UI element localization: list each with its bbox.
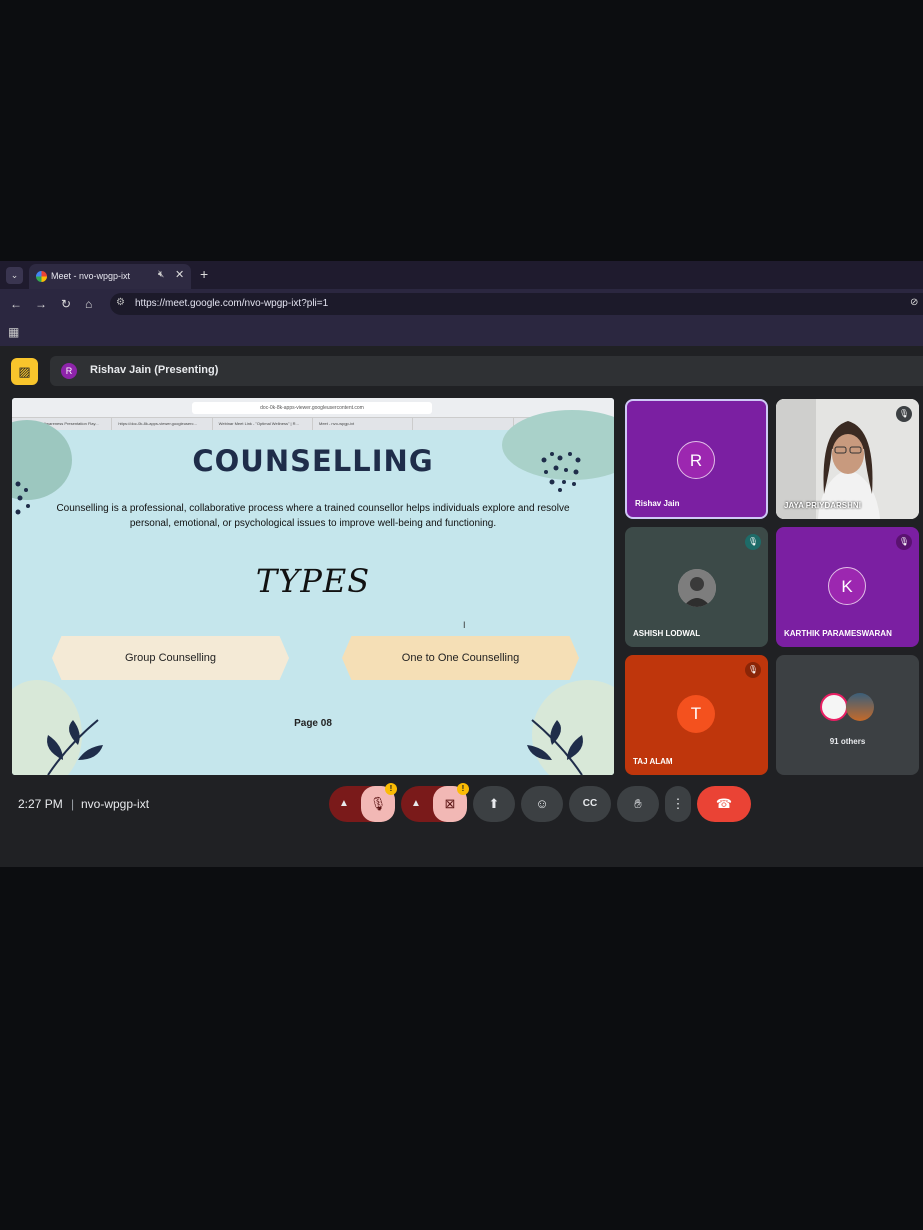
end-call-icon: ☎︎ (715, 796, 733, 811)
meeting-time: 2:27 PM (18, 797, 63, 811)
screen: ⌄ Meet - nvo-wpgp-ixt 🔇︎ ✕ + ← → ↻ ⌂ ⚙ h… (0, 261, 923, 867)
mic-off-icon: 🎙︎ (896, 534, 912, 550)
browser-tab[interactable]: Meet - nvo-wpgp-ixt 🔇︎ ✕ (29, 264, 191, 289)
profile-photo (678, 569, 716, 607)
tab-muted-icon[interactable]: 🔇︎ (158, 269, 164, 280)
participant-name: Rishav Jain (635, 499, 680, 508)
avatar: T (677, 695, 715, 733)
slide-description: Counselling is a professional, collabora… (56, 503, 570, 529)
mic-off-icon: 🎙︎ (745, 662, 761, 678)
presentation-indicator-icon[interactable]: ▨ (11, 358, 38, 385)
camera-blocked-icon[interactable]: ⊘ (910, 297, 918, 308)
avatar (678, 569, 716, 607)
address-bar-url: https://meet.google.com/nvo-wpgp-ixt?pli… (135, 298, 329, 309)
apps-grid-icon[interactable]: ▦ (8, 325, 19, 339)
captions-button[interactable]: CC (569, 786, 611, 822)
warning-icon: ! (457, 783, 469, 795)
slide-page-number: Page 08 (294, 718, 332, 729)
end-call-button[interactable]: ☎︎ (697, 786, 751, 822)
present-icon: ⬆ (488, 796, 500, 811)
participant-name: ASHISH LODWAL (633, 629, 701, 638)
shared-browser-url: doc-0k-8k-apps-viewer.googleusercontent.… (192, 402, 432, 414)
raise-hand-button[interactable]: ✋︎ (617, 786, 659, 822)
bookmarks-bar: ▦ (0, 319, 923, 346)
mic-off-icon: 🎙︎ (896, 406, 912, 422)
new-tab-icon[interactable]: + (200, 266, 208, 282)
camera-control-group: ▲ ⊠ ! (401, 783, 469, 822)
shared-tab: Webinar Meet Link - "Optimal Wellness" |… (213, 418, 313, 430)
chevron-up-icon[interactable]: ▲ (339, 786, 349, 822)
forward-icon[interactable]: → (35, 297, 47, 311)
chevron-up-icon[interactable]: ▲ (411, 786, 421, 822)
shared-tab: https://doc-0k-8k-apps-viewer.googleuser… (112, 418, 213, 430)
divider: | (71, 797, 75, 811)
slide: COUNSELLING Counselling is a professiona… (12, 410, 614, 775)
slide-title: COUNSELLING (192, 444, 434, 478)
avatar: K (828, 567, 866, 605)
participant-name: JAYA PRIYDARSHNI (784, 501, 861, 510)
participant-tile-karthik[interactable]: K 🎙︎ KARTHIK PARAMESWARAN (776, 527, 919, 647)
warning-icon: ! (385, 783, 397, 795)
meet-window: ▨ R Rishav Jain (Presenting) doc-0k-8k-a… (0, 346, 923, 867)
participant-tile-jaya[interactable]: 🎙︎ JAYA PRIYDARSHNI (776, 399, 919, 519)
mic-off-icon: 🎙︎ (745, 534, 761, 550)
participant-name: TAJ ALAM (633, 757, 673, 766)
emoji-button[interactable]: ☺ (521, 786, 563, 822)
back-icon[interactable]: ← (10, 297, 22, 311)
participant-tile-ashish[interactable]: 🎙︎ ASHISH LODWAL (625, 527, 768, 647)
mic-control-group: ▲ 🎙︎ ! (329, 783, 397, 822)
participant-tile-taj[interactable]: T 🎙︎ TAJ ALAM (625, 655, 768, 775)
slide-option-one-to-one: One to One Counselling (342, 636, 579, 680)
text-cursor-icon: I (463, 620, 466, 630)
avatar (846, 693, 874, 721)
shared-screen: doc-0k-8k-apps-viewer.googleusercontent.… (12, 398, 614, 775)
address-bar[interactable]: ⚙ https://meet.google.com/nvo-wpgp-ixt?p… (110, 293, 923, 315)
avatar: R (61, 363, 77, 379)
tab-search-icon[interactable]: ⌄ (6, 267, 23, 284)
more-options-icon: ⋮ (671, 796, 685, 811)
present-button[interactable]: ⬆ (473, 786, 515, 822)
participant-name: KARTHIK PARAMESWARAN (784, 629, 892, 638)
emoji-icon: ☺ (535, 796, 549, 811)
meeting-code: nvo-wpgp-ixt (81, 797, 150, 811)
tab-title: Meet - nvo-wpgp-ixt (51, 271, 131, 281)
shared-tab: Meet - nvo-wpgp-ixt (313, 418, 414, 430)
others-count: 91 others (829, 737, 866, 746)
home-icon[interactable]: ⌂ (85, 297, 92, 311)
decor-dots-icon (15, 481, 30, 515)
participant-tile-rishav[interactable]: R Rishav Jain (625, 399, 768, 519)
meet-favicon-icon (36, 271, 47, 282)
browser-toolbar: ← → ↻ ⌂ ⚙ https://meet.google.com/nvo-wp… (0, 289, 923, 319)
slide-option-group: Group Counselling (52, 636, 289, 680)
presenter-bar: R Rishav Jain (Presenting) (50, 356, 923, 386)
more-options-button[interactable]: ⋮ (665, 786, 691, 822)
shared-tab (413, 418, 514, 430)
browser-tab-strip: ⌄ Meet - nvo-wpgp-ixt 🔇︎ ✕ + (0, 261, 923, 289)
presenter-label: Rishav Jain (Presenting) (90, 364, 219, 376)
avatar: R (677, 441, 715, 479)
shared-browser-toolbar: doc-0k-8k-apps-viewer.googleusercontent.… (12, 398, 614, 418)
site-info-icon[interactable]: ⚙ (116, 297, 125, 308)
others-tile[interactable]: 91 others (776, 655, 919, 775)
captions-icon: CC (582, 798, 598, 809)
reload-icon[interactable]: ↻ (61, 297, 71, 311)
slide-types-heading: TYPES (255, 562, 371, 600)
avatar (820, 693, 848, 721)
raise-hand-icon: ✋︎ (634, 796, 642, 811)
tab-close-icon[interactable]: ✕ (175, 268, 184, 281)
